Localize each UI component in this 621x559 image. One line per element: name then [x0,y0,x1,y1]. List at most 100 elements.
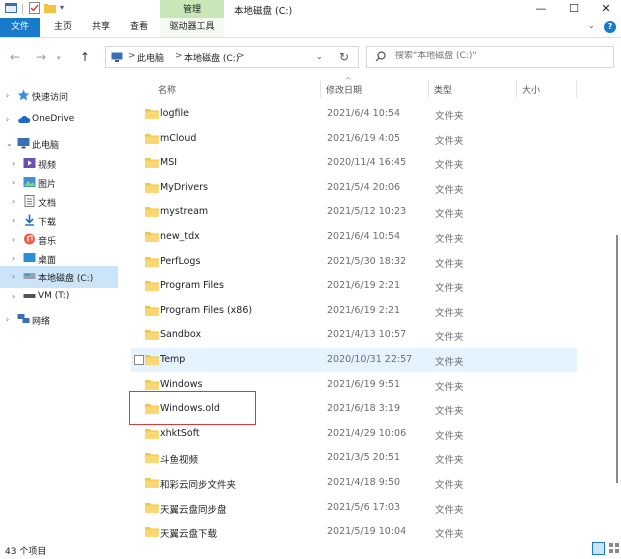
collapse-chevron-icon[interactable]: ⌄ [6,139,13,148]
address-bar[interactable]: > 此电脑 > 本地磁盘 (C:) > ⌄ [105,46,359,68]
expand-chevron-icon[interactable]: › [12,235,15,244]
expand-chevron-icon[interactable]: › [12,216,15,225]
expand-chevron-icon[interactable]: › [6,115,9,124]
expand-chevron-icon[interactable]: › [6,91,9,100]
file-row[interactable]: Program Files 2021/6/19 2:21 文件夹 [131,274,577,298]
breadcrumb-separator[interactable]: > [237,51,245,61]
desktop-icon [23,253,36,262]
star-icon [17,89,30,101]
forward-button[interactable]: → [36,50,46,64]
file-row[interactable]: new_tdx 2021/6/4 10:54 文件夹 [131,225,577,249]
file-row[interactable]: MSI 2020/11/4 16:45 文件夹 [131,151,577,175]
computer-icon [111,52,123,62]
file-row[interactable]: mCloud 2021/6/19 4:05 文件夹 [131,127,577,151]
column-type[interactable]: 类型 [434,83,452,96]
folder-icon [145,355,159,365]
file-date-modified: 2021/6/19 4:05 [327,132,401,144]
file-name: PerfLogs [160,255,201,267]
file-name: 斗鱼视频 [160,455,199,467]
nav-item-onedrive[interactable]: › OneDrive [0,109,118,131]
file-type: 文件夹 [435,160,464,172]
column-divider[interactable] [576,80,577,98]
nav-item-vm-t[interactable]: › VM (T:) [0,286,118,308]
file-row[interactable]: xhktSoft 2021/4/29 10:06 文件夹 [131,422,577,446]
tab-file[interactable]: 文件 [0,18,40,37]
file-date-modified: 2020/11/4 16:45 [327,157,407,169]
nav-item-local-disk-c[interactable]: › 本地磁盘 (C:) [0,266,118,288]
file-row[interactable]: PerfLogs 2021/5/30 18:32 文件夹 [131,250,577,274]
network-icon [17,314,30,323]
nav-label: 图片 [38,180,57,190]
expand-chevron-icon[interactable]: › [6,315,9,324]
file-row[interactable]: Program Files (x86) 2021/6/19 2:21 文件夹 [131,299,577,323]
explorer-icon[interactable] [5,3,17,13]
manage-tab[interactable]: 管理 [160,0,224,20]
back-button[interactable]: ← [10,50,20,64]
nav-item-quick-access[interactable]: › 快速访问 [0,85,118,107]
large-icons-view-button[interactable] [608,542,620,555]
documents-icon [24,195,35,207]
tab-view[interactable]: 查看 [124,18,154,37]
folder-icon [145,109,159,119]
nav-item-this-pc[interactable]: ⌄ 此电脑 [0,133,118,155]
nav-label: 快速访问 [32,93,69,103]
column-divider[interactable] [428,80,429,98]
expand-chevron-icon[interactable]: › [12,197,15,206]
file-name: Temp [160,354,186,365]
new-folder-icon[interactable] [44,3,56,13]
ribbon-tabs: 文件 主页 共享 查看 驱动器工具 ⌄ ? [0,18,621,38]
file-row[interactable]: MyDrivers 2021/5/4 20:06 文件夹 [131,176,577,200]
expand-chevron-icon[interactable]: › [12,178,15,187]
breadcrumb-this-pc[interactable]: 此电脑 [137,51,164,64]
tab-home[interactable]: 主页 [48,18,78,37]
search-box[interactable] [366,46,614,68]
column-divider[interactable] [516,80,517,98]
breadcrumb-local-disk[interactable]: 本地磁盘 (C:) [184,51,239,64]
nav-item-network[interactable]: › 网络 [0,309,118,331]
file-row[interactable]: 天翼云盘同步盘 2021/5/6 17:03 文件夹 [131,496,577,520]
up-button[interactable]: ↑ [80,50,90,64]
refresh-button[interactable]: ↻ [330,46,358,68]
address-dropdown-icon[interactable]: ⌄ [316,52,323,61]
column-header: ^ 名称 修改日期 类型 大小 [118,76,621,101]
column-divider[interactable] [320,80,321,98]
column-name[interactable]: 名称 [158,83,176,96]
file-type: 文件夹 [435,430,464,442]
column-size[interactable]: 大小 [522,83,540,96]
breadcrumb-separator[interactable]: > [175,51,183,61]
search-input[interactable] [395,51,605,61]
minimize-button[interactable]: — [527,0,555,18]
file-row[interactable]: mystream 2021/5/12 10:23 文件夹 [131,200,577,224]
tab-share[interactable]: 共享 [86,18,116,37]
file-row[interactable]: Temp 2020/10/31 22:57 文件夹 [131,348,577,372]
ribbon-collapse-button[interactable]: ⌄ [588,21,595,30]
close-button[interactable]: ✕ [592,0,620,18]
column-date-modified[interactable]: 修改日期 [326,83,362,96]
file-row[interactable]: Sandbox 2021/4/13 10:57 文件夹 [131,323,577,347]
expand-chevron-icon[interactable]: › [12,292,15,301]
scrollbar-thumb[interactable] [616,235,618,483]
file-row[interactable]: logfile 2021/6/4 10:54 文件夹 [131,102,577,126]
file-date-modified: 2021/6/4 10:54 [327,231,401,242]
file-row[interactable]: 和彩云同步文件夹 2021/4/18 9:50 文件夹 [131,471,577,495]
file-row[interactable]: 斗鱼视频 2021/3/5 20:51 文件夹 [131,446,577,470]
expand-chevron-icon[interactable]: › [12,254,15,263]
breadcrumb-separator[interactable]: > [128,51,136,61]
folder-icon [145,502,159,513]
file-name: MSI [160,157,178,169]
download-icon [25,214,34,226]
help-icon[interactable]: ? [604,21,616,33]
details-view-button[interactable] [592,542,605,555]
expand-chevron-icon[interactable]: › [12,159,15,168]
recent-locations-icon[interactable]: ▾ [57,54,61,62]
row-checkbox[interactable] [134,355,144,365]
folder-icon [145,379,159,390]
vertical-scrollbar[interactable] [613,101,621,539]
maximize-button[interactable]: ☐ [560,0,588,18]
tab-drive-tools[interactable]: 驱动器工具 [160,18,224,37]
expand-chevron-icon[interactable]: › [12,272,15,281]
quick-access-dropdown[interactable]: ▾ [60,3,64,12]
file-date-modified: 2021/5/30 18:32 [327,255,407,267]
properties-icon[interactable] [29,2,40,14]
nav-label: VM (T:) [38,291,70,301]
